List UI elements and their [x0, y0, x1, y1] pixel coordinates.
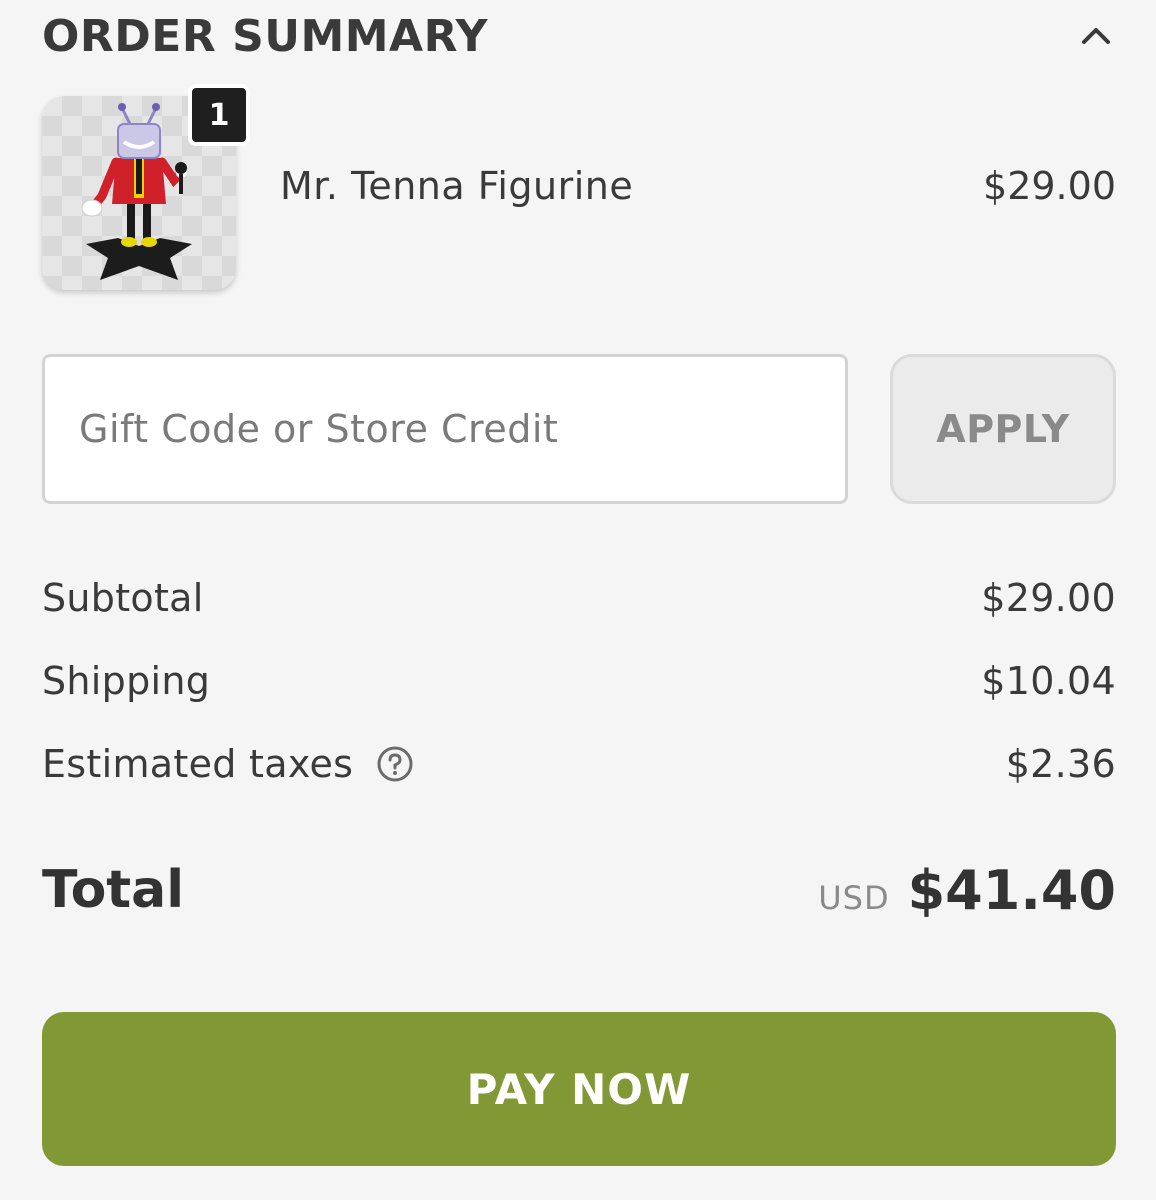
taxes-label: Estimated taxes	[42, 742, 354, 786]
shipping-label: Shipping	[42, 659, 211, 703]
gift-code-row: APPLY	[42, 354, 1116, 504]
product-name: Mr. Tenna Figurine	[280, 164, 634, 208]
order-summary-panel: ORDER SUMMARY 1 Mr. Tenna Figurine $29.0…	[0, 0, 1156, 1200]
total-row: Total USD $41.40	[42, 850, 1116, 930]
taxes-label-group: Estimated taxes	[42, 742, 415, 786]
product-price: $29.00	[983, 164, 1116, 208]
currency-code: USD	[818, 878, 890, 917]
shipping-row: Shipping $10.04	[42, 651, 1116, 711]
apply-button[interactable]: APPLY	[890, 354, 1116, 504]
total-label: Total	[42, 860, 185, 920]
order-summary-title: ORDER SUMMARY	[42, 10, 488, 62]
quantity-badge: 1	[188, 84, 250, 146]
gift-code-input[interactable]	[42, 354, 848, 504]
subtotal-row: Subtotal $29.00	[42, 568, 1116, 628]
subtotal-label: Subtotal	[42, 576, 204, 620]
total-amount-group: USD $41.40	[818, 859, 1116, 922]
pay-now-button[interactable]: PAY NOW	[42, 1012, 1116, 1166]
shipping-value: $10.04	[981, 659, 1116, 703]
taxes-value: $2.36	[1005, 742, 1116, 786]
order-summary-header[interactable]: ORDER SUMMARY	[42, 8, 1116, 64]
taxes-row: Estimated taxes $2.36	[42, 734, 1116, 794]
subtotal-value: $29.00	[981, 576, 1116, 620]
total-amount: $41.40	[907, 858, 1116, 922]
chevron-up-icon[interactable]	[1076, 16, 1116, 56]
line-item: 1 Mr. Tenna Figurine $29.00	[42, 84, 1116, 296]
help-icon[interactable]	[375, 744, 415, 784]
